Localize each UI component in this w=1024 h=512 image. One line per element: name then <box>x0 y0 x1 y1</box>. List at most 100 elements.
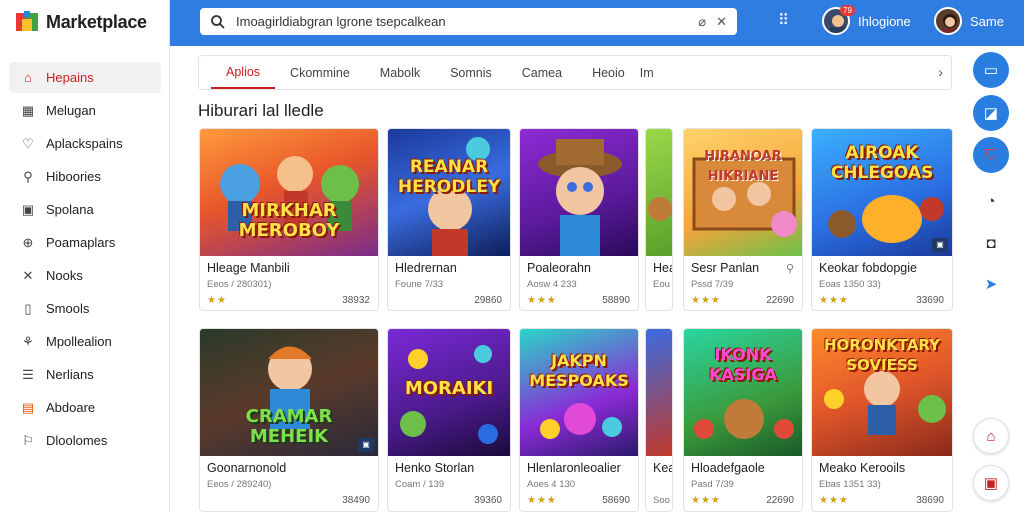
app-name: Sesr Panlan <box>691 261 760 275</box>
rating-stars: ★★★ <box>691 495 721 506</box>
tab-camea[interactable]: Camea <box>507 56 577 89</box>
search-icon[interactable]: ⚲ <box>786 262 794 275</box>
apps-grid-icon[interactable]: ⠿ <box>778 11 789 29</box>
notification-badge: 79 <box>840 5 855 16</box>
leaf-icon: ⚘ <box>22 333 34 349</box>
app-name: Keokar fobdopgie <box>819 261 917 275</box>
sidebar-item-hepains[interactable]: ⌂ Hepains <box>9 62 161 93</box>
rating-stars: ★★★ <box>527 295 557 306</box>
gift-icon: ⊕ <box>22 234 34 250</box>
app-thumbnail: HIRANOAR HIKRIANE <box>684 129 802 256</box>
chevron-right-icon[interactable]: › <box>938 64 943 80</box>
app-name: Hledrernan <box>395 261 457 275</box>
sidebar-item-label: Melugan <box>46 103 96 118</box>
app-card[interactable]: MIRKHAR MEROBOY Hleage Manbili Eeos / 28… <box>199 128 379 311</box>
search-icon <box>211 14 225 29</box>
sidebar-item-smools[interactable]: ▯ Smools <box>9 293 161 324</box>
tab-mabolk[interactable]: Mabolk <box>365 56 435 89</box>
app-card[interactable]: AIROAK CHLEGOAS ▣ Keokar fobdopgie Eoas … <box>811 128 953 311</box>
bell-icon[interactable]: ◔ <box>973 183 1009 219</box>
app-meta: Aoes 4 130 <box>527 479 576 490</box>
app-price: 38932 <box>342 295 370 306</box>
top-bar: Imoagirldiabgran lgrone tsepcalkean ⌀ ✕ … <box>170 0 1024 46</box>
app-thumbnail: REANAR HERODLEY <box>388 129 510 256</box>
game-art-title: CRAMAR MEHEIK <box>245 406 333 447</box>
app-meta: Pasd 7/39 <box>691 479 734 490</box>
sidebar-item-nooks[interactable]: ✕ Nooks <box>9 260 161 291</box>
chat-icon[interactable]: ◪ <box>973 95 1009 131</box>
app-card[interactable]: HIRANOAR HIKRIANE Sesr Panlan Pssd 7/39 … <box>683 128 803 311</box>
sidebar-item-abdoare[interactable]: ▤ Abdoare <box>9 392 161 423</box>
app-thumbnail <box>646 329 672 456</box>
account-menu[interactable]: Same <box>934 7 1004 35</box>
sidebar-item-label: Abdoare <box>46 400 96 415</box>
tab-im[interactable]: Im <box>640 56 669 89</box>
app-card[interactable]: MORAIKI Henko Storlan Coam / 139 39360 <box>387 328 511 512</box>
app-thumbnail: MIRKHAR MEROBOY <box>200 129 378 256</box>
page-icon: ▣ <box>21 201 35 217</box>
app-card[interactable]: REANAR HERODLEY Hledrernan Foune 7/33 29… <box>387 128 511 311</box>
user-name: Ihlogione <box>858 13 911 29</box>
notifications-user[interactable]: 79 Ihlogione <box>822 5 911 35</box>
app-thumbnail <box>520 129 638 256</box>
sidebar-item-mpollealion[interactable]: ⚘ Mpollealion <box>9 326 161 357</box>
app-thumbnail: IKONK KASIGA <box>684 329 802 456</box>
gamepad-icon[interactable]: ◘ <box>973 225 1009 261</box>
sidebar-item-poamaplars[interactable]: ⊕ Poamaplars <box>9 227 161 258</box>
app-card[interactable]: Poaleorahn Aosw 4 233 ★★★ 58890 <box>519 128 639 311</box>
marketplace-logo-icon <box>16 11 38 31</box>
x-icon: ✕ <box>22 267 34 283</box>
pin-icon: ⚐ <box>22 432 34 448</box>
avatar <box>934 7 962 35</box>
sidebar-item-melugan[interactable]: ▦ Melugan <box>9 95 161 126</box>
tab-heoio[interactable]: Heoio <box>577 56 640 89</box>
app-price: 33690 <box>916 295 944 306</box>
tab-aplios[interactable]: Aplios <box>211 56 276 89</box>
sidebar-item-label: Nerlians <box>46 367 94 382</box>
app-card[interactable]: CRAMAR MEHEIK ▣ Goonarnonold Eeos / 2892… <box>199 328 379 512</box>
game-art <box>648 197 672 221</box>
app-card[interactable]: Kea Soo <box>645 328 673 512</box>
app-name: Hea <box>653 261 672 275</box>
sidebar-item-aplackspains[interactable]: ♡ Aplackspains <box>9 128 161 159</box>
store-bag-icon[interactable]: ⌂ <box>973 418 1009 454</box>
voice-icon[interactable]: ⌀ <box>698 14 706 30</box>
calendar-icon[interactable]: ▣ <box>973 465 1009 501</box>
rating-stars: ★★ <box>207 295 227 306</box>
app-card[interactable]: IKONK KASIGA Hloadefgaole Pasd 7/39 ★★★ … <box>683 328 803 512</box>
app-card[interactable]: JAKPN MESPOAKS Hlenlaronleoalier Aoes 4 … <box>519 328 639 512</box>
search-bar[interactable]: Imoagirldiabgran lgrone tsepcalkean ⌀ ✕ <box>200 8 737 35</box>
inbox-icon[interactable]: ▭ <box>973 52 1009 88</box>
store-icon: ▤ <box>21 399 35 415</box>
app-thumbnail: AIROAK CHLEGOAS ▣ <box>812 129 952 256</box>
app-name: Meako Kerooils <box>819 461 906 475</box>
rating-stars: ★★★ <box>691 295 721 306</box>
app-thumbnail: CRAMAR MEHEIK ▣ <box>200 329 378 456</box>
app-name: Henko Storlan <box>395 461 475 475</box>
sidebar-item-nerlians[interactable]: ☰ Nerlians <box>9 359 161 390</box>
shield-icon[interactable]: ⛉ <box>973 137 1009 173</box>
game-art-title: AIROAK CHLEGOAS <box>830 143 934 183</box>
app-meta: Foune 7/33 <box>395 279 444 290</box>
category-tabs: Aplios Ckommine Mabolk Somnis Camea Heoi… <box>198 55 952 90</box>
app-meta: Ebas 1351 33) <box>819 479 881 490</box>
app-card[interactable]: HORONKTARY SOVIESS Meako Kerooils Ebas 1… <box>811 328 953 512</box>
app-card[interactable]: Hea Eou <box>645 128 673 311</box>
sidebar-item-hiboories[interactable]: ⚲ Hiboories <box>9 161 161 192</box>
sidebar-item-label: Mpollealion <box>46 334 112 349</box>
link-icon: ⚲ <box>23 168 33 184</box>
app-thumbnail: JAKPN MESPOAKS <box>520 329 638 456</box>
app-meta: Soo <box>653 495 670 506</box>
tab-somnis[interactable]: Somnis <box>435 56 507 89</box>
tab-ckommine[interactable]: Ckommine <box>275 56 365 89</box>
clear-icon[interactable]: ✕ <box>716 14 727 30</box>
sidebar-item-label: Spolana <box>46 202 94 217</box>
sidebar-nav: ⌂ Hepains ▦ Melugan ♡ Aplackspains ⚲ Hiboori… <box>9 62 161 458</box>
rating-stars: ★★★ <box>819 495 849 506</box>
sidebar-item-spolana[interactable]: ▣ Spolana <box>9 194 161 225</box>
sidebar-item-dloolomes[interactable]: ⚐ Dloolomes <box>9 425 161 456</box>
app-logo[interactable]: Marketplace <box>14 9 147 35</box>
send-icon[interactable]: ➤ <box>973 266 1009 302</box>
sidebar-item-label: Hepains <box>46 70 94 85</box>
search-input[interactable]: Imoagirldiabgran lgrone tsepcalkean <box>236 14 688 29</box>
